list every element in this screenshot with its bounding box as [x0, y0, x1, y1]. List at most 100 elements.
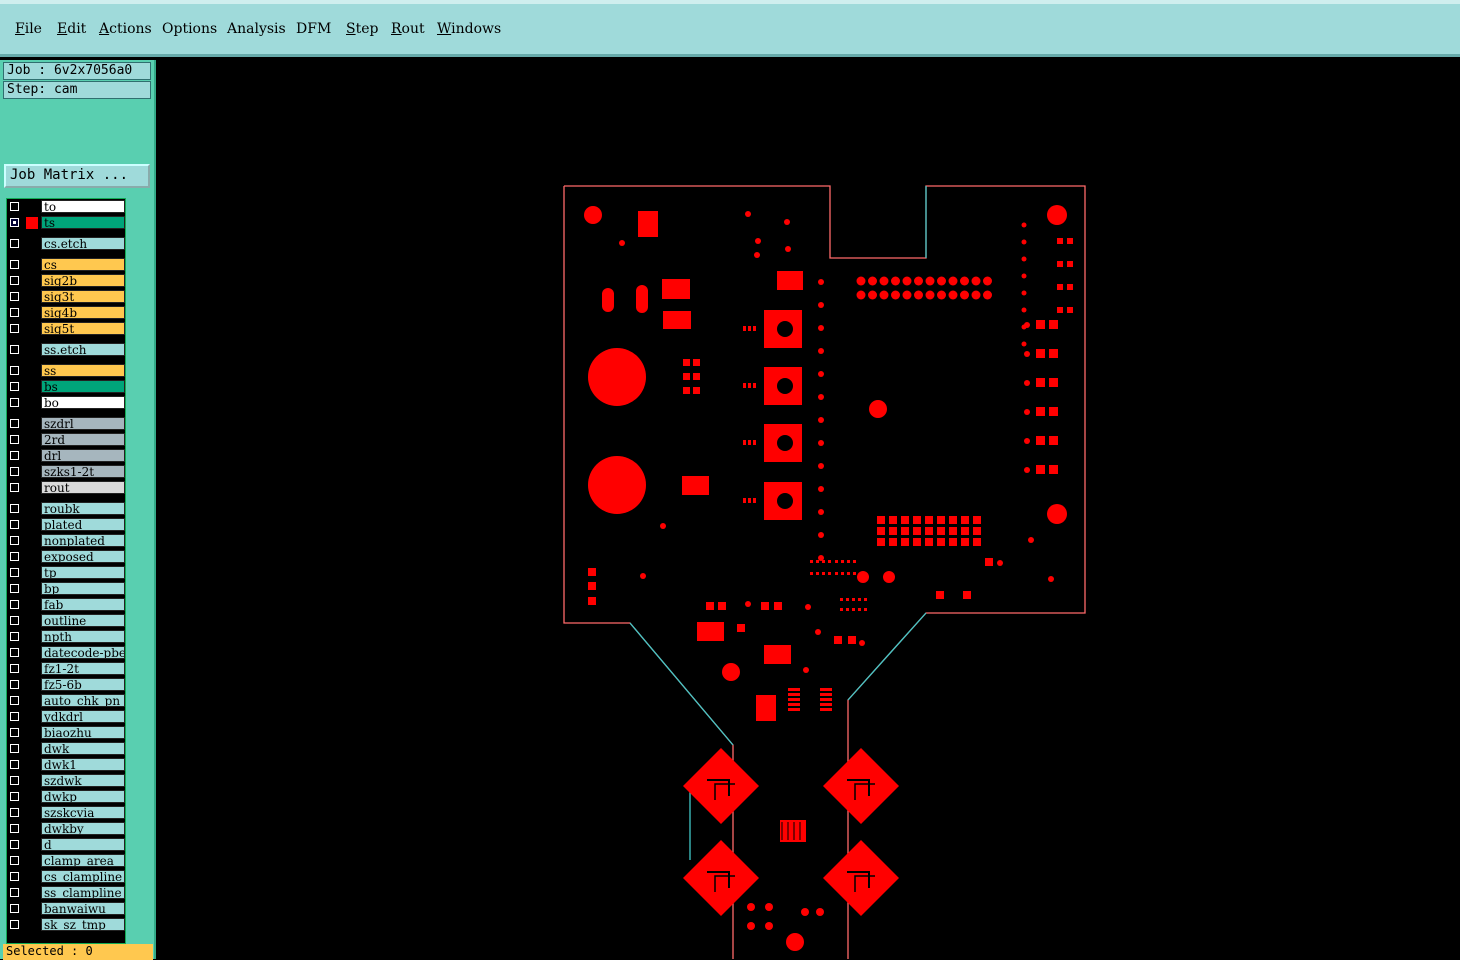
layer-row-dwk[interactable]: dwk: [7, 742, 125, 756]
layer-name[interactable]: szdrl: [41, 417, 125, 430]
layer-row-bp[interactable]: bp: [7, 582, 125, 596]
layer-checkbox[interactable]: [10, 202, 19, 211]
layer-name[interactable]: biaozhu: [41, 726, 125, 739]
layer-name[interactable]: ss_clampline: [41, 886, 125, 899]
layer-row-outline[interactable]: outline: [7, 614, 125, 628]
layer-name[interactable]: rout: [41, 481, 125, 494]
layer-checkbox[interactable]: [10, 435, 19, 444]
menu-actions[interactable]: Actions: [99, 21, 152, 37]
layer-checkbox[interactable]: [10, 760, 19, 769]
layer-checkbox[interactable]: [10, 648, 19, 657]
layer-checkbox[interactable]: [10, 366, 19, 375]
layer-name[interactable]: ydkdrl: [41, 710, 125, 723]
layer-row-ss[interactable]: ss: [7, 364, 125, 378]
layer-name[interactable]: outline: [41, 614, 125, 627]
layer-row-sig4b[interactable]: sig4b: [7, 306, 125, 320]
layer-name[interactable]: sig3t: [41, 290, 125, 303]
layer-checkbox[interactable]: [10, 419, 19, 428]
layer-row-cs[interactable]: cs: [7, 258, 125, 272]
layer-checkbox[interactable]: [10, 600, 19, 609]
layer-name[interactable]: exposed: [41, 550, 125, 563]
layer-name[interactable]: fz5-6b: [41, 678, 125, 691]
layer-name[interactable]: tp: [41, 566, 125, 579]
layer-checkbox[interactable]: [10, 568, 19, 577]
layer-checkbox[interactable]: [10, 324, 19, 333]
layer-checkbox[interactable]: [10, 856, 19, 865]
layer-name[interactable]: npth: [41, 630, 125, 643]
layer-checkbox[interactable]: [10, 792, 19, 801]
layer-name[interactable]: nonplated: [41, 534, 125, 547]
layer-row-nonplated[interactable]: nonplated: [7, 534, 125, 548]
layer-name[interactable]: cs: [41, 258, 125, 271]
layer-row-to[interactable]: to: [7, 200, 125, 214]
layer-row-drl[interactable]: drl: [7, 449, 125, 463]
layer-name[interactable]: szskcvia: [41, 806, 125, 819]
layer-row-ss.etch[interactable]: ss.etch: [7, 343, 125, 357]
layer-checkbox[interactable]: [10, 382, 19, 391]
layer-row-dwk1[interactable]: dwk1: [7, 758, 125, 772]
layer-name[interactable]: d: [41, 838, 125, 851]
layer-row-szks1-2t[interactable]: szks1-2t: [7, 465, 125, 479]
layer-checkbox[interactable]: [10, 696, 19, 705]
layer-checkbox[interactable]: [10, 712, 19, 721]
layer-name[interactable]: bp: [41, 582, 125, 595]
layer-name[interactable]: bs: [41, 380, 125, 393]
menu-step[interactable]: Step: [346, 21, 378, 37]
layer-checkbox[interactable]: [10, 888, 19, 897]
layer-name[interactable]: dwkby: [41, 822, 125, 835]
layer-checkbox[interactable]: [10, 920, 19, 929]
layer-checkbox[interactable]: [10, 632, 19, 641]
layer-checkbox[interactable]: [10, 451, 19, 460]
layer-row-sig2b[interactable]: sig2b: [7, 274, 125, 288]
layer-name[interactable]: roubk: [41, 502, 125, 515]
layer-name[interactable]: banwaiwu: [41, 902, 125, 915]
layer-row-auto_chk_pn[interactable]: auto_chk_pn: [7, 694, 125, 708]
layer-row-bo[interactable]: bo: [7, 396, 125, 410]
layer-checkbox[interactable]: [10, 345, 19, 354]
layer-name[interactable]: ts: [41, 216, 125, 229]
layer-row-sig3t[interactable]: sig3t: [7, 290, 125, 304]
layer-row-bs[interactable]: bs: [7, 380, 125, 394]
layer-name[interactable]: auto_chk_pn: [41, 694, 125, 707]
layer-name[interactable]: clamp_area: [41, 854, 125, 867]
layer-name[interactable]: cs_clampline: [41, 870, 125, 883]
layer-row-tp[interactable]: tp: [7, 566, 125, 580]
layer-row-fz5-6b[interactable]: fz5-6b: [7, 678, 125, 692]
layer-checkbox[interactable]: [10, 744, 19, 753]
layer-name[interactable]: szdwk: [41, 774, 125, 787]
layer-row-szdwk[interactable]: szdwk: [7, 774, 125, 788]
layer-name[interactable]: datecode-pbe: [41, 646, 125, 659]
layer-name[interactable]: sig2b: [41, 274, 125, 287]
layer-row-szskcvia[interactable]: szskcvia: [7, 806, 125, 820]
layer-checkbox[interactable]: [10, 218, 19, 227]
layer-checkbox[interactable]: [10, 483, 19, 492]
layer-name[interactable]: ss: [41, 364, 125, 377]
layer-row-fab[interactable]: fab: [7, 598, 125, 612]
layer-name[interactable]: to: [41, 200, 125, 213]
layer-row-ts[interactable]: ts: [7, 216, 125, 230]
layer-row-roubk[interactable]: roubk: [7, 502, 125, 516]
layer-row-dwkby[interactable]: dwkby: [7, 822, 125, 836]
layer-name[interactable]: sk_sz_tmp: [41, 918, 125, 931]
layer-checkbox[interactable]: [10, 840, 19, 849]
layer-name[interactable]: sig5t: [41, 322, 125, 335]
layer-checkbox[interactable]: [10, 260, 19, 269]
layer-checkbox[interactable]: [10, 467, 19, 476]
layer-checkbox[interactable]: [10, 504, 19, 513]
layer-color-swatch[interactable]: [26, 217, 38, 229]
menu-file[interactable]: File: [15, 21, 42, 37]
layer-name[interactable]: drl: [41, 449, 125, 462]
layer-row-szdrl[interactable]: szdrl: [7, 417, 125, 431]
layer-row-ss_clampline[interactable]: ss_clampline: [7, 886, 125, 900]
layer-name[interactable]: bo: [41, 396, 125, 409]
layer-row-biaozhu[interactable]: biaozhu: [7, 726, 125, 740]
layer-name[interactable]: sig4b: [41, 306, 125, 319]
menu-rout[interactable]: Rout: [391, 21, 425, 37]
menu-options[interactable]: Options: [162, 21, 217, 37]
menu-edit[interactable]: Edit: [57, 21, 86, 37]
layer-row-cs.etch[interactable]: cs.etch: [7, 237, 125, 251]
layer-name[interactable]: cs.etch: [41, 237, 125, 250]
job-matrix-button[interactable]: Job Matrix ...: [4, 164, 150, 188]
layer-row-plated[interactable]: plated: [7, 518, 125, 532]
layer-checkbox[interactable]: [10, 824, 19, 833]
